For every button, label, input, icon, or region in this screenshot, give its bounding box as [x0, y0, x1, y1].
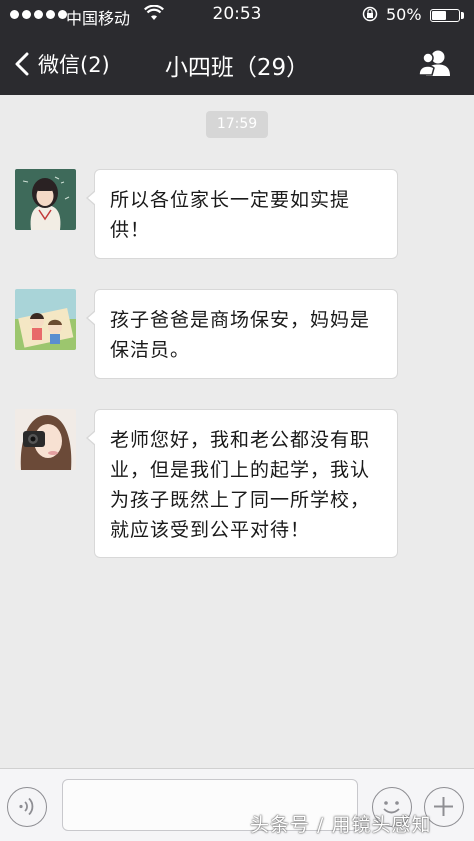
battery-level-fill [432, 11, 446, 20]
top-bar: 中国移动 20:53 50% 微信(2) 小四班（29） [0, 0, 474, 95]
message-bubble[interactable]: 老师您好，我和老公都没有职业，但是我们上的起学，我认为孩子既然上了同一所学校，就… [86, 409, 398, 558]
girl-classroom-avatar[interactable] [15, 169, 76, 230]
message-timestamp: 17:59 [206, 111, 268, 138]
orientation-lock-icon [362, 6, 378, 22]
battery-icon [430, 9, 460, 22]
chat-title: 小四班（29） [164, 55, 310, 81]
voice-icon [19, 797, 34, 816]
group-members-icon[interactable] [418, 48, 454, 78]
cartoon-picnic-avatar[interactable] [15, 289, 76, 350]
girl-camera-avatar[interactable] [15, 409, 76, 470]
message-text: 所以各位家长一定要如实提供！ [110, 189, 351, 241]
battery-percent: 50% [386, 5, 422, 24]
voice-input-button[interactable] [7, 787, 47, 827]
status-bar: 中国移动 20:53 50% [0, 0, 474, 30]
navigation-bar: 微信(2) 小四班（29） [0, 30, 474, 95]
watermark: 头条号 / 用镜头感知 [250, 814, 432, 836]
message-bubble[interactable]: 所以各位家长一定要如实提供！ [86, 169, 398, 259]
battery-tip [461, 12, 464, 19]
message-bubble[interactable]: 孩子爸爸是商场保安，妈妈是保洁员。 [86, 289, 398, 379]
message-text: 老师您好，我和老公都没有职业，但是我们上的起学，我认为孩子既然上了同一所学校，就… [110, 429, 371, 541]
message-text: 孩子爸爸是商场保安，妈妈是保洁员。 [110, 309, 371, 361]
